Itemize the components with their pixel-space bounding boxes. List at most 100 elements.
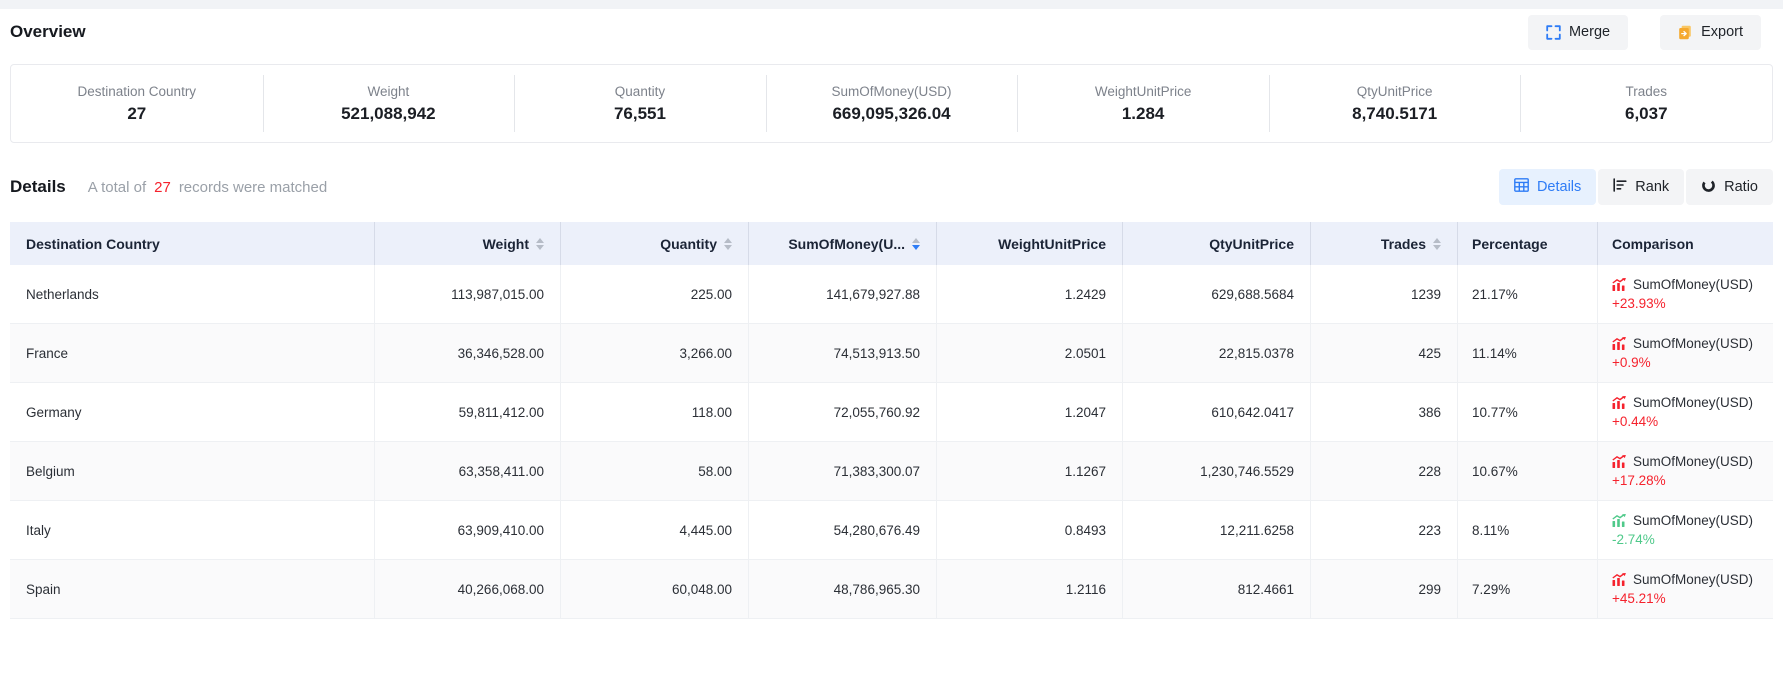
stat-value: 6,037 bbox=[1625, 104, 1668, 124]
col-header-label: Percentage bbox=[1472, 236, 1547, 252]
cell-country: France bbox=[10, 324, 375, 382]
table-row[interactable]: France 36,346,528.00 3,266.00 74,513,913… bbox=[10, 324, 1773, 383]
trend-chart-icon bbox=[1612, 278, 1626, 291]
cell-country: Spain bbox=[10, 560, 375, 618]
col-header-label: Quantity bbox=[660, 236, 717, 252]
comparison-metric-label: SumOfMoney(USD) bbox=[1633, 395, 1753, 410]
page: Overview Merge bbox=[0, 9, 1783, 678]
cell-percentage: 11.14% bbox=[1458, 324, 1598, 382]
cell-comparison: SumOfMoney(USD) +23.93% bbox=[1598, 265, 1773, 323]
cell-weight-unit-price: 2.0501 bbox=[937, 324, 1123, 382]
table-row[interactable]: Germany 59,811,412.00 118.00 72,055,760.… bbox=[10, 383, 1773, 442]
cell-country: Germany bbox=[10, 383, 375, 441]
view-rank-label: Rank bbox=[1635, 179, 1669, 195]
cell-percentage: 10.77% bbox=[1458, 383, 1598, 441]
comparison-change-value: +0.9% bbox=[1612, 355, 1651, 370]
col-header-label: Destination Country bbox=[26, 236, 160, 252]
cell-percentage: 7.29% bbox=[1458, 560, 1598, 618]
cell-sum-of-money: 74,513,913.50 bbox=[749, 324, 937, 382]
records-matched-text: A total of27records were matched bbox=[88, 179, 327, 197]
trend-chart-icon bbox=[1612, 337, 1626, 350]
stat-label: QtyUnitPrice bbox=[1357, 84, 1433, 99]
cell-trades: 299 bbox=[1311, 560, 1458, 618]
table-row[interactable]: Italy 63,909,410.00 4,445.00 54,280,676.… bbox=[10, 501, 1773, 560]
cell-trades: 1239 bbox=[1311, 265, 1458, 323]
cell-percentage: 8.11% bbox=[1458, 501, 1598, 559]
stat-label: Quantity bbox=[615, 84, 665, 99]
table-row[interactable]: Belgium 63,358,411.00 58.00 71,383,300.0… bbox=[10, 442, 1773, 501]
trend-chart-icon bbox=[1612, 514, 1626, 527]
stat-value: 27 bbox=[127, 104, 146, 124]
table-row-partial bbox=[10, 619, 1773, 678]
stat-sum-of-money: SumOfMoney(USD) 669,095,326.04 bbox=[766, 65, 1018, 142]
col-header-label: QtyUnitPrice bbox=[1209, 236, 1294, 252]
col-header-quantity[interactable]: Quantity bbox=[561, 222, 749, 265]
col-header-weight[interactable]: Weight bbox=[375, 222, 561, 265]
cell-weight-unit-price: 1.2047 bbox=[937, 383, 1123, 441]
stat-label: Trades bbox=[1626, 84, 1668, 99]
stat-value: 669,095,326.04 bbox=[832, 104, 950, 124]
col-header-label: Comparison bbox=[1612, 236, 1694, 252]
stat-value: 1.284 bbox=[1122, 104, 1165, 124]
cell-qty-unit-price: 610,642.0417 bbox=[1123, 383, 1311, 441]
records-matched-prefix: A total of bbox=[88, 179, 146, 196]
cell-trades: 223 bbox=[1311, 501, 1458, 559]
cell-weight: 63,358,411.00 bbox=[375, 442, 561, 500]
cell-qty-unit-price: 629,688.5684 bbox=[1123, 265, 1311, 323]
export-button[interactable]: Export bbox=[1660, 15, 1761, 50]
merge-icon bbox=[1546, 25, 1561, 40]
comparison-metric-label: SumOfMoney(USD) bbox=[1633, 336, 1753, 351]
cell-qty-unit-price: 22,815.0378 bbox=[1123, 324, 1311, 382]
table-grid-icon bbox=[1514, 178, 1529, 196]
cell-trades: 228 bbox=[1311, 442, 1458, 500]
cell-weight: 59,811,412.00 bbox=[375, 383, 561, 441]
cell-comparison: SumOfMoney(USD) -2.74% bbox=[1598, 501, 1773, 559]
cell-quantity: 225.00 bbox=[561, 265, 749, 323]
stat-label: WeightUnitPrice bbox=[1095, 84, 1192, 99]
rank-bars-icon bbox=[1613, 178, 1627, 196]
col-header-percentage: Percentage bbox=[1458, 222, 1598, 265]
col-header-trades[interactable]: Trades bbox=[1311, 222, 1458, 265]
cell-percentage: 10.67% bbox=[1458, 442, 1598, 500]
cell-weight-unit-price: 1.2429 bbox=[937, 265, 1123, 323]
cell-weight: 63,909,410.00 bbox=[375, 501, 561, 559]
cell-quantity: 60,048.00 bbox=[561, 560, 749, 618]
comparison-change-value: +17.28% bbox=[1612, 473, 1666, 488]
col-header-label: SumOfMoney(U... bbox=[788, 236, 905, 252]
view-rank-button[interactable]: Rank bbox=[1598, 169, 1684, 205]
comparison-metric-label: SumOfMoney(USD) bbox=[1633, 572, 1753, 587]
comparison-change-value: +23.93% bbox=[1612, 296, 1666, 311]
sort-carets-icon[interactable] bbox=[536, 238, 544, 250]
cell-quantity: 3,266.00 bbox=[561, 324, 749, 382]
cell-weight-unit-price: 1.2116 bbox=[937, 560, 1123, 618]
cell-comparison: SumOfMoney(USD) +45.21% bbox=[1598, 560, 1773, 618]
merge-button[interactable]: Merge bbox=[1528, 15, 1628, 50]
sort-carets-icon[interactable] bbox=[724, 238, 732, 250]
col-header-label: Weight bbox=[483, 236, 529, 252]
stat-qty-unit-price: QtyUnitPrice 8,740.5171 bbox=[1269, 65, 1521, 142]
stat-label: Weight bbox=[367, 84, 409, 99]
view-ratio-button[interactable]: Ratio bbox=[1686, 169, 1773, 205]
export-document-icon bbox=[1678, 25, 1693, 40]
comparison-metric-label: SumOfMoney(USD) bbox=[1633, 277, 1753, 292]
col-header-comparison: Comparison bbox=[1598, 222, 1773, 265]
cell-comparison: SumOfMoney(USD) +0.44% bbox=[1598, 383, 1773, 441]
stat-destination-country: Destination Country 27 bbox=[11, 65, 263, 142]
view-details-button[interactable]: Details bbox=[1499, 169, 1596, 205]
col-header-sum-of-money[interactable]: SumOfMoney(U... bbox=[749, 222, 937, 265]
cell-comparison: SumOfMoney(USD) +0.9% bbox=[1598, 324, 1773, 382]
page-title: Overview bbox=[10, 22, 86, 42]
overview-stats-card: Destination Country 27 Weight 521,088,94… bbox=[10, 64, 1773, 143]
cell-sum-of-money: 71,383,300.07 bbox=[749, 442, 937, 500]
cell-quantity: 58.00 bbox=[561, 442, 749, 500]
details-left: Details A total of27records were matched bbox=[10, 177, 327, 197]
stat-label: SumOfMoney(USD) bbox=[832, 84, 952, 99]
cell-sum-of-money: 54,280,676.49 bbox=[749, 501, 937, 559]
table-row[interactable]: Spain 40,266,068.00 60,048.00 48,786,965… bbox=[10, 560, 1773, 619]
col-header-label: Trades bbox=[1381, 236, 1426, 252]
col-header-destination-country: Destination Country bbox=[10, 222, 375, 265]
merge-button-label: Merge bbox=[1569, 24, 1610, 40]
sort-carets-icon[interactable] bbox=[1433, 238, 1441, 250]
sort-carets-icon-active-desc[interactable] bbox=[912, 238, 920, 250]
table-row[interactable]: Netherlands 113,987,015.00 225.00 141,67… bbox=[10, 265, 1773, 324]
